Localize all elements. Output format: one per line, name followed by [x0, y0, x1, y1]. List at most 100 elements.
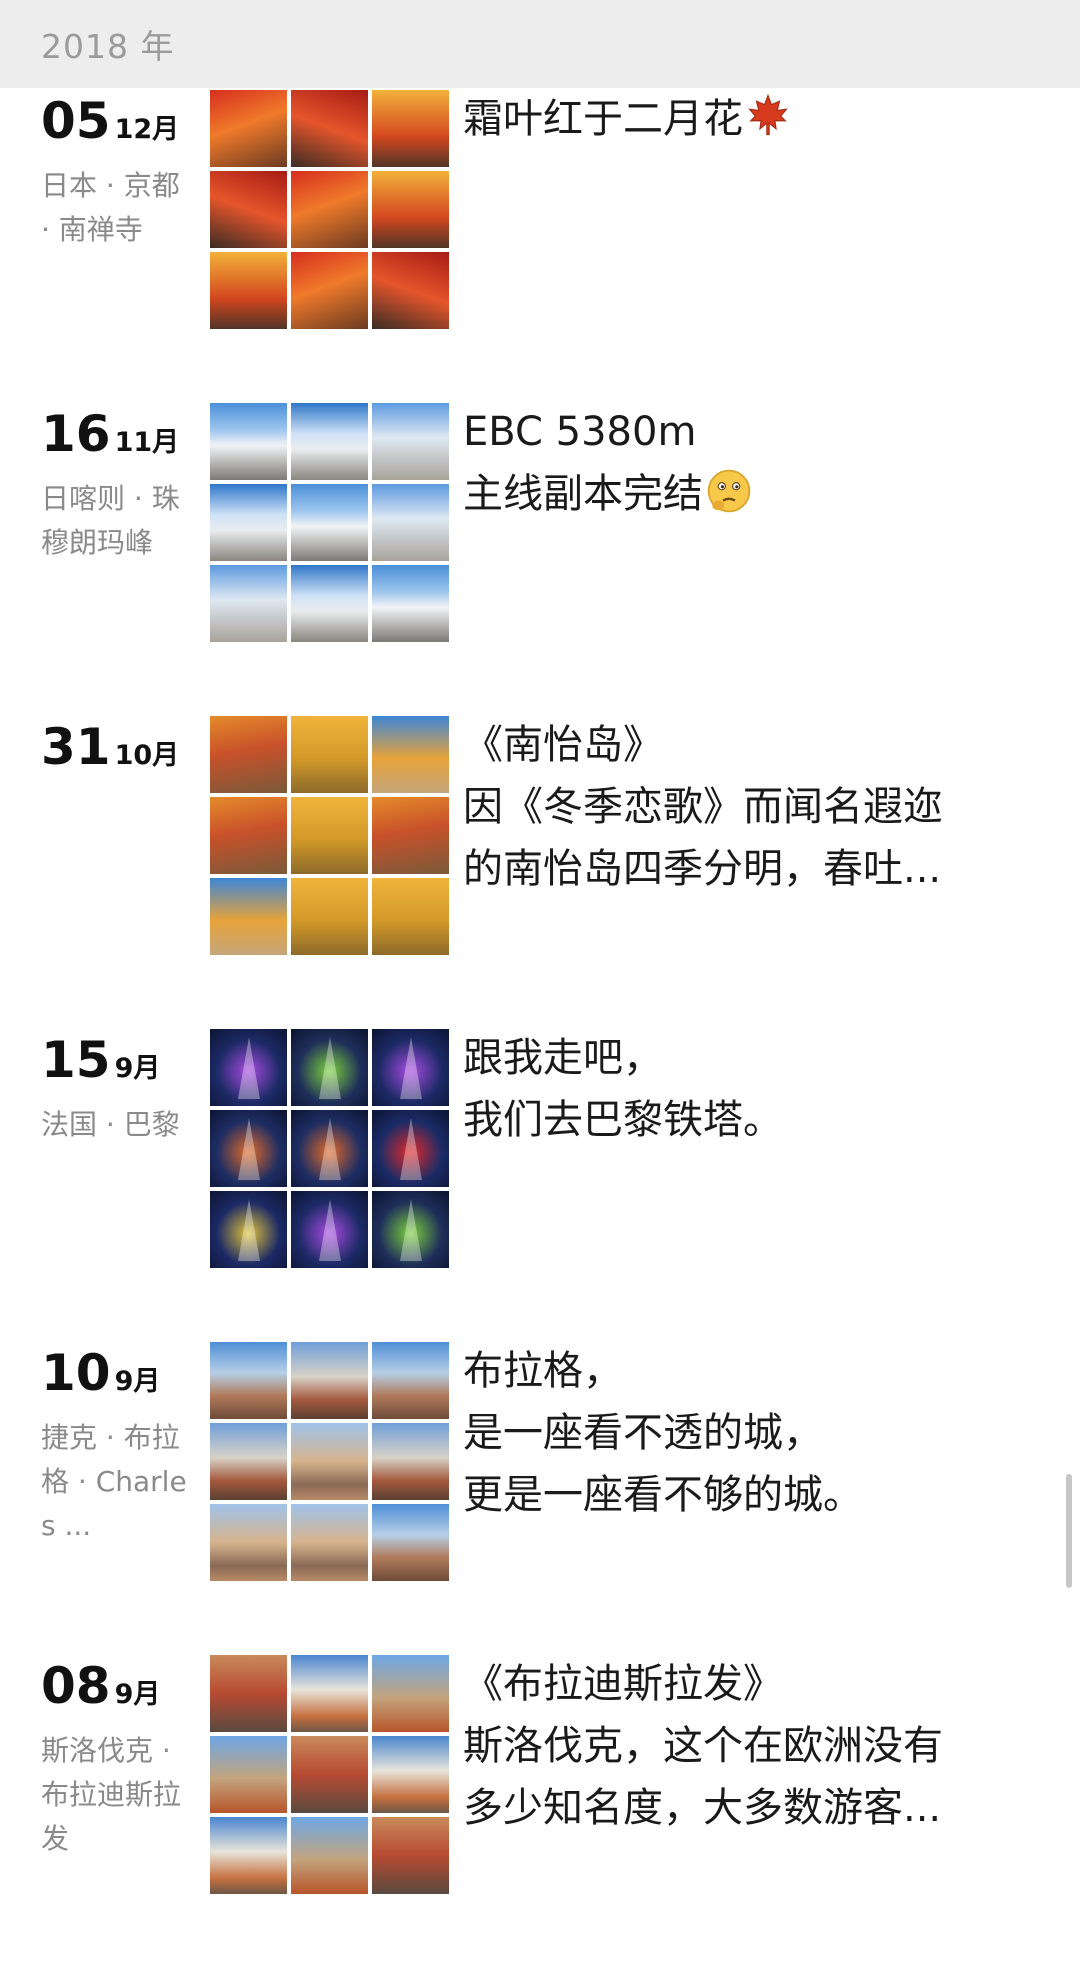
post-item[interactable]: 31 10月 《南怡岛》 因《冬季恋歌》而闻名遐迩 的南怡岛四季分明，春吐...	[0, 714, 1080, 1027]
photo-thumbnail[interactable]	[372, 1817, 449, 1894]
photo-thumbnail[interactable]	[291, 1655, 368, 1732]
caption-line: 多少知名度，大多数游客...	[463, 1785, 942, 1831]
photo-thumbnail[interactable]	[210, 403, 287, 480]
scrollbar[interactable]	[1066, 1474, 1072, 1588]
caption-line: 因《冬季恋歌》而闻名遐迩	[463, 784, 943, 830]
caption-line: 《布拉迪斯拉发》	[463, 1661, 783, 1707]
photo-thumbnail[interactable]	[372, 878, 449, 955]
photo-thumbnail[interactable]	[210, 1029, 287, 1106]
moments-feed: 05 12月 日本 · 京都 · 南禅寺 霜叶红于二月花 16 11月 日喀则 …	[0, 88, 1080, 1966]
tower-shape	[400, 1199, 422, 1261]
photo-thumbnail[interactable]	[372, 1423, 449, 1500]
photo-thumbnail[interactable]	[291, 403, 368, 480]
photo-grid[interactable]	[210, 403, 450, 643]
post-date: 10 9月 捷克 · 布拉格 · Charles ...	[41, 1348, 191, 1548]
photo-thumbnail[interactable]	[210, 797, 287, 874]
photo-thumbnail[interactable]	[291, 1817, 368, 1894]
photo-thumbnail[interactable]	[210, 1504, 287, 1581]
photo-thumbnail[interactable]	[372, 403, 449, 480]
post-caption[interactable]: EBC 5380m 主线副本完结	[463, 401, 1003, 525]
post-caption[interactable]: 《布拉迪斯拉发》 斯洛伐克，这个在欧洲没有 多少知名度，大多数游客...	[463, 1653, 1003, 1839]
post-item[interactable]: 10 9月 捷克 · 布拉格 · Charles ... 布拉格， 是一座看不透…	[0, 1340, 1080, 1653]
photo-thumbnail[interactable]	[372, 1504, 449, 1581]
photo-thumbnail[interactable]	[372, 1191, 449, 1268]
year-header: 2018 年	[0, 0, 1080, 88]
photo-thumbnail[interactable]	[372, 484, 449, 561]
caption-line: 《南怡岛》	[463, 722, 663, 768]
photo-thumbnail[interactable]	[372, 1110, 449, 1187]
photo-thumbnail[interactable]	[372, 1029, 449, 1106]
photo-thumbnail[interactable]	[291, 878, 368, 955]
post-caption[interactable]: 《南怡岛》 因《冬季恋歌》而闻名遐迩 的南怡岛四季分明，春吐...	[463, 714, 1003, 900]
caption-line: EBC 5380m	[463, 409, 697, 455]
photo-thumbnail[interactable]	[372, 565, 449, 642]
photo-thumbnail[interactable]	[210, 1342, 287, 1419]
photo-thumbnail[interactable]	[372, 716, 449, 793]
photo-thumbnail[interactable]	[291, 1110, 368, 1187]
photo-thumbnail[interactable]	[372, 90, 449, 167]
caption-line: 斯洛伐克，这个在欧洲没有	[463, 1723, 943, 1769]
photo-thumbnail[interactable]	[291, 716, 368, 793]
post-item[interactable]: 15 9月 法国 · 巴黎 跟我走吧， 我们去巴黎铁塔。	[0, 1027, 1080, 1340]
post-date: 31 10月	[41, 722, 191, 790]
tower-shape	[319, 1199, 341, 1261]
post-caption[interactable]: 布拉格， 是一座看不透的城， 更是一座看不够的城。	[463, 1340, 1003, 1526]
photo-thumbnail[interactable]	[291, 171, 368, 248]
photo-grid[interactable]	[210, 716, 450, 956]
caption-line: 主线副本完结	[463, 463, 1003, 525]
photo-grid[interactable]	[210, 1655, 450, 1895]
photo-thumbnail[interactable]	[291, 1191, 368, 1268]
caption-line: 是一座看不透的城，	[463, 1410, 823, 1456]
post-caption[interactable]: 霜叶红于二月花	[463, 88, 1003, 150]
photo-thumbnail[interactable]	[210, 1736, 287, 1813]
photo-thumbnail[interactable]	[372, 1655, 449, 1732]
photo-thumbnail[interactable]	[210, 565, 287, 642]
photo-thumbnail[interactable]	[210, 90, 287, 167]
tower-shape	[319, 1037, 341, 1099]
photo-thumbnail[interactable]	[291, 797, 368, 874]
photo-thumbnail[interactable]	[372, 171, 449, 248]
photo-thumbnail[interactable]	[210, 878, 287, 955]
post-location: 日喀则 · 珠穆朗玛峰	[41, 482, 180, 559]
photo-thumbnail[interactable]	[210, 484, 287, 561]
photo-thumbnail[interactable]	[291, 1029, 368, 1106]
post-item[interactable]: 05 12月 日本 · 京都 · 南禅寺 霜叶红于二月花	[0, 88, 1080, 401]
photo-thumbnail[interactable]	[210, 171, 287, 248]
post-caption[interactable]: 跟我走吧， 我们去巴黎铁塔。	[463, 1027, 1003, 1151]
photo-thumbnail[interactable]	[210, 1110, 287, 1187]
caption-line: 霜叶红于二月花	[463, 88, 1003, 150]
photo-thumbnail[interactable]	[210, 1191, 287, 1268]
photo-thumbnail[interactable]	[291, 1342, 368, 1419]
photo-thumbnail[interactable]	[210, 252, 287, 329]
post-location: 日本 · 京都 · 南禅寺	[41, 169, 180, 246]
photo-thumbnail[interactable]	[291, 252, 368, 329]
post-month: 9月	[114, 1679, 161, 1710]
photo-thumbnail[interactable]	[372, 1342, 449, 1419]
photo-thumbnail[interactable]	[291, 1736, 368, 1813]
photo-grid[interactable]	[210, 1342, 450, 1582]
photo-thumbnail[interactable]	[291, 484, 368, 561]
photo-thumbnail[interactable]	[372, 252, 449, 329]
post-location: 斯洛伐克 · 布拉迪斯拉发	[41, 1734, 182, 1855]
post-day: 08	[41, 1657, 111, 1715]
post-date: 15 9月 法国 · 巴黎	[41, 1035, 191, 1147]
photo-thumbnail[interactable]	[291, 1504, 368, 1581]
photo-grid[interactable]	[210, 90, 450, 330]
tower-shape	[400, 1037, 422, 1099]
post-item[interactable]: 16 11月 日喀则 · 珠穆朗玛峰 EBC 5380m 主线副本完结	[0, 401, 1080, 714]
photo-thumbnail[interactable]	[210, 1423, 287, 1500]
photo-thumbnail[interactable]	[372, 797, 449, 874]
caption-line: 布拉格，	[463, 1348, 623, 1394]
photo-thumbnail[interactable]	[210, 1817, 287, 1894]
photo-grid[interactable]	[210, 1029, 450, 1269]
tower-shape	[400, 1118, 422, 1180]
photo-thumbnail[interactable]	[291, 90, 368, 167]
photo-thumbnail[interactable]	[291, 565, 368, 642]
post-date: 16 11月 日喀则 · 珠穆朗玛峰	[41, 409, 191, 565]
post-day: 05	[41, 92, 111, 150]
photo-thumbnail[interactable]	[291, 1423, 368, 1500]
post-item[interactable]: 08 9月 斯洛伐克 · 布拉迪斯拉发 《布拉迪斯拉发》 斯洛伐克，这个在欧洲没…	[0, 1653, 1080, 1966]
photo-thumbnail[interactable]	[210, 1655, 287, 1732]
photo-thumbnail[interactable]	[210, 716, 287, 793]
photo-thumbnail[interactable]	[372, 1736, 449, 1813]
